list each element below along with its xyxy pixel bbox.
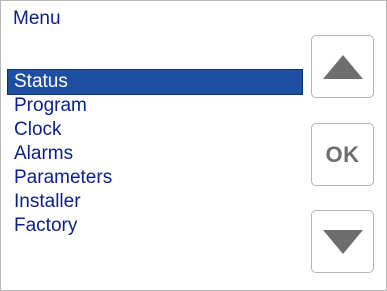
ok-button[interactable]: OK bbox=[311, 123, 374, 186]
menu-item-clock[interactable]: Clock bbox=[8, 118, 302, 142]
menu-item-parameters[interactable]: Parameters bbox=[8, 166, 302, 190]
menu-title: Menu bbox=[13, 8, 61, 29]
ok-button-label: OK bbox=[325, 141, 360, 167]
menu-panel: Menu Status Program Clock Alarms Paramet… bbox=[0, 0, 387, 291]
menu-item-alarms[interactable]: Alarms bbox=[8, 142, 302, 166]
up-arrow-icon bbox=[322, 54, 363, 79]
menu-item-installer[interactable]: Installer bbox=[8, 190, 302, 214]
menu-item-status[interactable]: Status bbox=[7, 69, 303, 95]
down-arrow-icon bbox=[322, 229, 363, 254]
scroll-down-button[interactable] bbox=[311, 210, 374, 273]
menu-item-factory[interactable]: Factory bbox=[8, 214, 302, 238]
scroll-up-button[interactable] bbox=[311, 35, 374, 98]
menu-item-program[interactable]: Program bbox=[8, 94, 302, 118]
menu-list: Status Program Clock Alarms Parameters I… bbox=[7, 69, 303, 238]
